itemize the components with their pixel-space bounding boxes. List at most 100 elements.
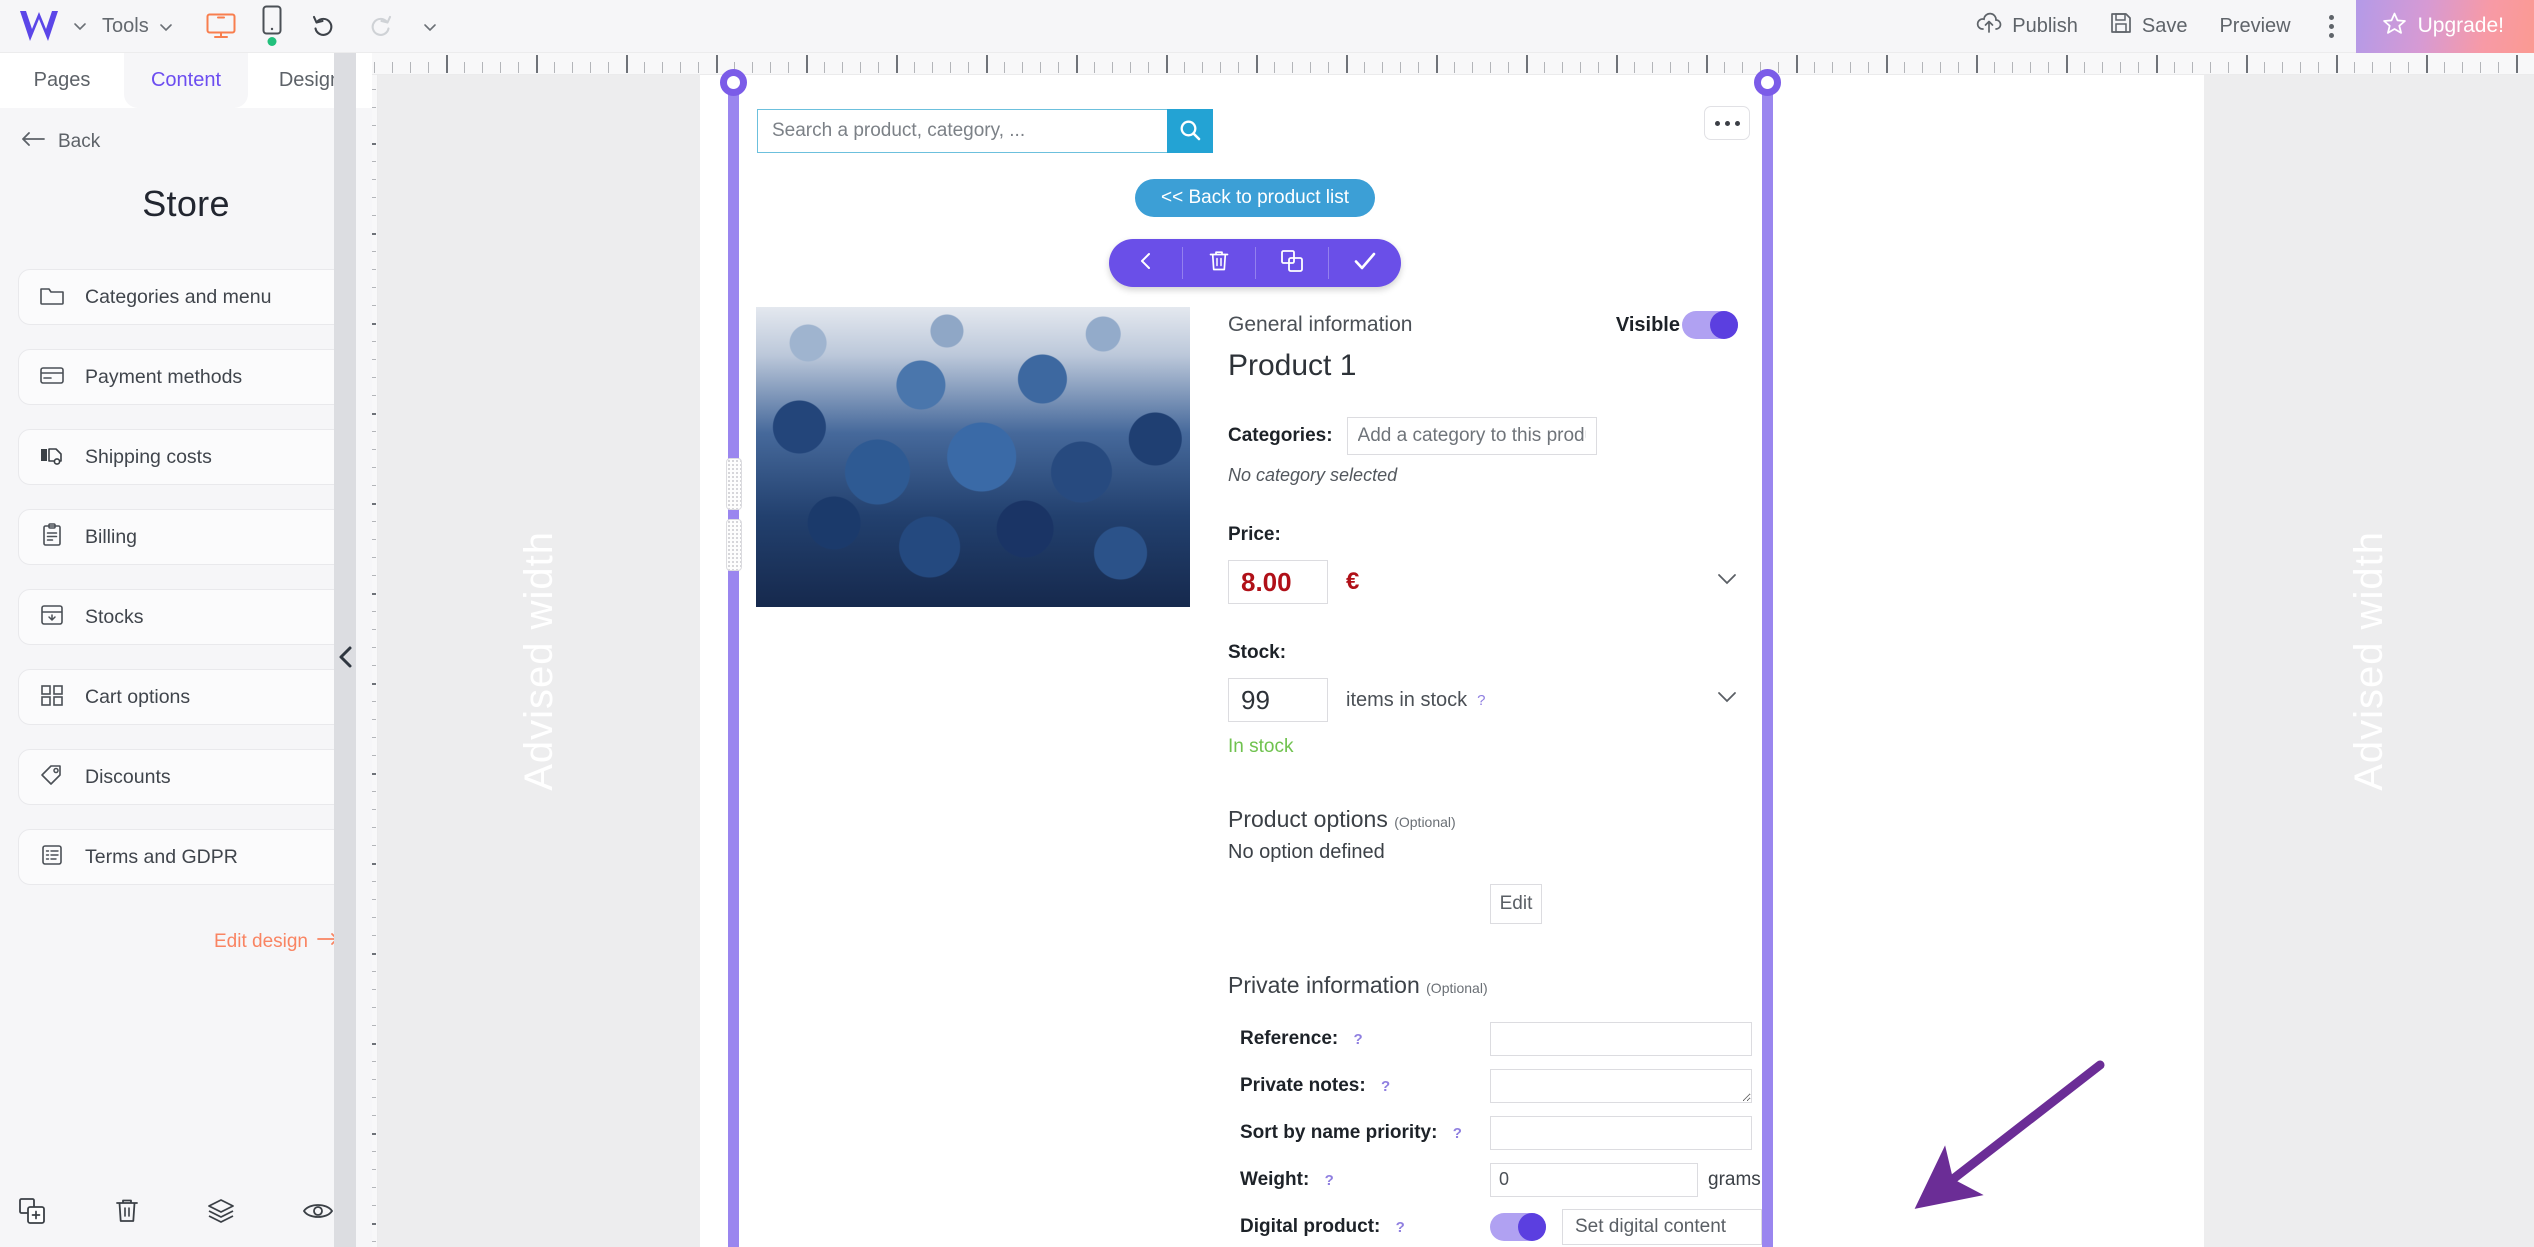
block-options-icon[interactable] [1704,106,1750,140]
weight-help-icon[interactable]: ? [1325,1172,1334,1189]
publish-button[interactable]: Publish [1960,12,2094,40]
sidebar-item-payment-methods[interactable]: Payment methods [18,349,354,405]
edit-design-link[interactable]: Edit design [0,931,372,953]
mobile-active-dot [267,37,277,46]
tab-pages[interactable]: Pages [0,53,124,108]
history-chevron-down-icon[interactable] [422,18,438,34]
ruler-tick [1400,62,1401,73]
private-notes-row: Private notes: ? [1228,1062,1766,1109]
ruler-tick [2210,62,2211,73]
sort-priority-label-text: Sort by name priority: [1240,1121,1438,1143]
price-input[interactable] [1228,560,1328,604]
trash-icon[interactable] [114,1197,140,1225]
price-chevron-down-icon[interactable] [1716,572,1738,591]
duplicate-icon[interactable] [18,1197,48,1225]
duplicate-product-button[interactable] [1255,239,1328,287]
brand-logo-group[interactable] [0,9,88,43]
tab-content[interactable]: Content [124,53,248,108]
ruler-tick [1148,62,1149,73]
sidebar-item-discounts[interactable]: Discounts [18,749,354,805]
ruler-tick [1058,62,1059,73]
ruler-tick [1742,62,1743,73]
ruler-tick [1076,55,1078,73]
ruler-tick [1274,62,1275,73]
selection-handle-left[interactable] [720,69,747,96]
sidebar-item-stocks[interactable]: Stocks [18,589,354,645]
resize-grip-top[interactable] [726,458,742,510]
advised-width-right: Advised width [2204,75,2534,1247]
previous-product-button[interactable] [1109,239,1182,287]
reference-input[interactable] [1490,1021,1752,1056]
product-details: General information Product 1 Visible Ca… [1228,307,1766,1247]
device-preview-group [206,5,282,47]
eye-icon[interactable] [302,1199,334,1223]
stock-input[interactable] [1228,678,1328,722]
sidebar-item-cart-options[interactable]: Cart options [18,669,354,725]
sidebar-item-billing[interactable]: Billing [18,509,354,565]
selection-bar-right[interactable] [1762,78,1773,1247]
digital-product-help-icon[interactable]: ? [1396,1219,1405,1236]
collapse-panel-chevron-left-icon[interactable] [337,645,355,674]
layers-icon[interactable] [206,1197,236,1225]
sidebar-item-label: Billing [85,525,138,548]
back-button[interactable]: Back [0,108,372,153]
trash-icon [1208,249,1230,278]
digital-product-label-text: Digital product: [1240,1215,1381,1237]
ruler-tick [698,62,699,73]
optional-tag: (Optional) [1394,814,1456,830]
edit-options-button[interactable]: Edit [1490,884,1542,924]
sort-priority-help-icon[interactable]: ? [1453,1125,1462,1142]
selection-bar-left[interactable] [728,78,739,1247]
product-options-heading: Product options (Optional) [1228,806,1766,833]
resize-grip-bottom[interactable] [726,519,742,571]
product-name[interactable]: Product 1 [1228,349,1766,383]
stock-row: items in stock ? [1228,678,1766,722]
undo-icon[interactable] [310,12,338,40]
publish-label: Publish [2012,14,2078,37]
categories-input[interactable] [1346,417,1597,455]
search-button[interactable] [1167,109,1213,153]
set-digital-content-button[interactable]: Set digital content [1562,1208,1762,1245]
chevron-left-icon [1138,251,1154,276]
ruler-tick [1472,62,1473,73]
ruler-tick [842,62,843,73]
ruler-tick [1670,62,1671,73]
ruler-tick [1904,62,1905,73]
desktop-monitor-icon[interactable] [206,13,236,39]
visible-toggle[interactable] [1682,311,1738,339]
sidebar-item-terms-and-gdpr[interactable]: Terms and GDPR [18,829,354,885]
sidebar-item-shipping-costs[interactable]: Shipping costs [18,429,354,485]
reference-help-icon[interactable]: ? [1354,1031,1363,1048]
confirm-product-button[interactable] [1328,239,1401,287]
tools-menu[interactable]: Tools [88,0,188,53]
brand-chevron-down-icon[interactable] [72,18,88,34]
mobile-phone-icon[interactable] [262,5,282,47]
stock-help-icon[interactable]: ? [1477,692,1485,709]
back-to-product-list-button[interactable]: << Back to product list [1135,179,1375,217]
sidebar-item-categories-and-menu[interactable]: Categories and menu [18,269,354,325]
upgrade-button[interactable]: Upgrade! [2355,0,2534,53]
private-notes-help-icon[interactable]: ? [1381,1078,1390,1095]
panel-bottom-toolbar [0,1175,372,1247]
preview-button[interactable]: Preview [2203,15,2306,38]
stock-chevron-down-icon[interactable] [1716,690,1738,709]
product-image[interactable] [756,307,1190,607]
redo-icon[interactable] [366,12,394,40]
search-input[interactable] [757,109,1167,153]
digital-product-toggle[interactable] [1490,1212,1546,1241]
ruler-tick [2282,62,2283,73]
ruler-tick [2372,62,2373,73]
save-button[interactable]: Save [2094,12,2204,40]
sort-priority-input[interactable] [1490,1115,1752,1150]
private-notes-textarea[interactable] [1490,1068,1752,1103]
ruler-tick [2156,55,2158,73]
kebab-menu-icon[interactable] [2307,14,2356,38]
selection-handle-right[interactable] [1754,69,1781,96]
no-category-text: No category selected [1228,465,1398,485]
delete-product-button[interactable] [1182,239,1255,287]
weight-input[interactable] [1490,1162,1698,1197]
ruler-tick [1706,55,1708,73]
ruler-tick [590,62,591,73]
ruler-tick [1778,62,1779,73]
horizontal-ruler[interactable] [356,53,2534,75]
